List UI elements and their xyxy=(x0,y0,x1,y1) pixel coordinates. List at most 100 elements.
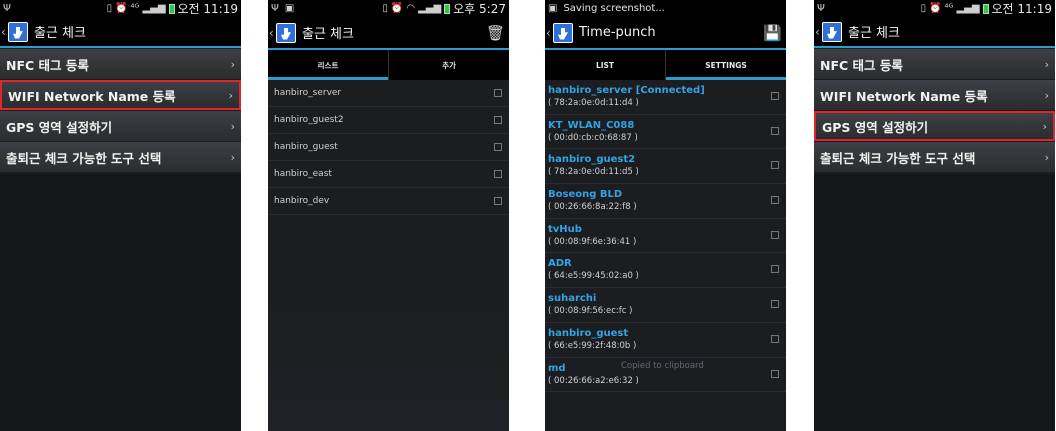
save-icon[interactable]: 💾 xyxy=(763,24,782,42)
menu-item-gps[interactable]: GPS 영역 설정하기 › xyxy=(814,111,1055,141)
checkbox[interactable] xyxy=(771,369,779,378)
wifi-network-item[interactable]: suharchi( 00:08:9f:56:ec:fc ) xyxy=(545,288,786,323)
vibrate-icon: ▯ xyxy=(920,2,927,14)
screen-title: 출근 체크 xyxy=(34,26,86,41)
wifi-name: hanbiro_server [Connected] xyxy=(548,85,705,96)
tab-list[interactable]: LIST xyxy=(545,50,665,80)
menu-item-tools[interactable]: 출퇴근 체크 가능한 도구 선택 › xyxy=(814,142,1055,172)
screen-title: Time-punch xyxy=(579,25,656,40)
checkbox[interactable] xyxy=(771,230,779,239)
list-item-label: hanbiro_guest xyxy=(274,142,338,152)
wifi-network-item[interactable]: hanbiro_guest( 66:e5:99:2f:48:0b ) xyxy=(545,323,786,358)
status-bar: ▣ Saving screenshot... xyxy=(545,0,786,17)
wifi-network-item[interactable]: tvHub( 00:08:9f:6e:36:41 ) xyxy=(545,219,786,254)
checkbox[interactable] xyxy=(771,126,779,135)
network-4g-icon: ⁴ᴳ xyxy=(944,2,954,14)
wifi-icon: ◠ xyxy=(406,2,416,14)
toast-message: Copied to clipboard xyxy=(621,360,704,371)
screenshot-icon: ▣ xyxy=(548,2,558,14)
checkbox[interactable] xyxy=(771,161,779,170)
tab-bar: LIST SETTINGS xyxy=(545,48,786,80)
menu-item-label: GPS 영역 설정하기 xyxy=(6,119,113,135)
checkbox[interactable] xyxy=(494,89,502,97)
image-icon: ▣ xyxy=(284,2,295,14)
app-icon[interactable] xyxy=(822,21,842,42)
list-item-label: hanbiro_server xyxy=(274,88,342,98)
tab-bar: 리스트 추가 xyxy=(268,48,509,80)
list-item[interactable]: hanbiro_guest2 xyxy=(268,107,509,134)
wifi-network-item[interactable]: Boseong BLD( 00:26:66:8a:22:f8 ) xyxy=(545,184,786,219)
action-bar: ‹ 출근 체크 🗑 xyxy=(268,17,509,48)
menu-item-gps[interactable]: GPS 영역 설정하기 › xyxy=(0,111,241,141)
tab-list[interactable]: 리스트 xyxy=(268,50,388,80)
empty-area xyxy=(0,174,241,431)
wifi-network-item[interactable]: hanbiro_guest2( 78:2a:0e:0d:11:d5 ) xyxy=(545,149,786,185)
menu-item-label: NFC 태그 등록 xyxy=(6,57,89,73)
wifi-name: ADR xyxy=(548,258,572,270)
screen-title: 출근 체크 xyxy=(848,26,900,41)
menu-item-tools[interactable]: 출퇴근 체크 가능한 도구 선택 › xyxy=(0,142,241,172)
back-icon[interactable]: ‹ xyxy=(1,25,8,39)
checkbox[interactable] xyxy=(494,143,502,151)
chevron-right-icon: › xyxy=(1044,57,1049,71)
checkbox[interactable] xyxy=(494,116,502,124)
status-time: 오전 11:19 xyxy=(177,2,238,16)
menu-item-label: GPS 영역 설정하기 xyxy=(822,119,929,135)
usb-icon: Ψ xyxy=(817,2,825,14)
menu-item-label: WIFI Network Name 등록 xyxy=(8,88,176,104)
checkbox[interactable] xyxy=(771,196,779,205)
alarm-icon: ⏰ xyxy=(115,2,128,14)
usb-icon: Ψ xyxy=(271,2,279,14)
menu-item-nfc[interactable]: NFC 태그 등록 › xyxy=(0,49,241,79)
wifi-mac: ( 66:e5:99:2f:48:0b ) xyxy=(548,340,637,351)
wifi-name: hanbiro_guest xyxy=(548,327,629,339)
wifi-network-item[interactable]: ADR( 64:e5:99:45:02:a0 ) xyxy=(545,253,786,289)
checkbox[interactable] xyxy=(771,300,779,309)
action-bar: ‹ 출근 체크 xyxy=(814,17,1055,48)
checkbox[interactable] xyxy=(771,334,779,343)
wifi-network-item[interactable]: hanbiro_server [Connected] ( 78:2a:0e:0d:… xyxy=(545,80,786,115)
empty-area xyxy=(814,174,1055,431)
app-icon[interactable] xyxy=(8,21,28,42)
back-icon[interactable]: ‹ xyxy=(815,25,822,39)
menu-item-nfc[interactable]: NFC 태그 등록 › xyxy=(814,49,1055,79)
action-bar: ‹ Time-punch 💾 xyxy=(545,17,786,48)
tab-settings[interactable]: SETTINGS xyxy=(665,50,786,80)
wifi-network-item[interactable]: KT_WLAN_C088( 00:d0:cb:c0:68:87 ) xyxy=(545,115,786,150)
saving-notification: Saving screenshot... xyxy=(563,3,665,14)
phone-screen-wifi-list: Ψ ▣ ▯ ⏰ ◠ ▂▄▆ 오후 5:27 ‹ 출근 체크 🗑 리스트 추가 h… xyxy=(268,0,509,431)
list-item[interactable]: hanbiro_guest xyxy=(268,134,509,161)
battery-icon xyxy=(444,3,451,14)
checkbox[interactable] xyxy=(494,197,502,205)
chevron-right-icon: › xyxy=(228,88,233,102)
app-icon[interactable] xyxy=(553,22,573,43)
trash-icon[interactable]: 🗑 xyxy=(486,24,505,42)
chevron-right-icon: › xyxy=(1042,119,1047,133)
menu-item-label: 출퇴근 체크 가능한 도구 선택 xyxy=(6,150,162,166)
wifi-mac: ( 00:08:9f:56:ec:fc ) xyxy=(548,306,633,317)
action-bar: ‹ 출근 체크 xyxy=(0,17,241,48)
vibrate-icon: ▯ xyxy=(382,2,388,14)
status-bar: Ψ ▣ ▯ ⏰ ◠ ▂▄▆ 오후 5:27 xyxy=(268,0,509,17)
tab-add[interactable]: 추가 xyxy=(388,50,509,80)
status-bar: Ψ ▯ ⏰ ⁴ᴳ ▂▄▆ 오전 11:19 xyxy=(814,0,1055,17)
back-icon[interactable]: ‹ xyxy=(546,26,553,40)
chevron-right-icon: › xyxy=(230,57,235,71)
checkbox[interactable] xyxy=(494,170,502,178)
checkbox[interactable] xyxy=(771,92,779,100)
signal-icon: ▂▄▆ xyxy=(142,2,166,14)
list-item[interactable]: hanbiro_dev xyxy=(268,188,509,215)
menu-item-wifi[interactable]: WIFI Network Name 등록 › xyxy=(0,80,241,110)
status-bar: Ψ ▯ ⏰ ⁴ᴳ ▂▄▆ 오전 11:19 xyxy=(0,0,241,17)
wifi-network-item[interactable]: md( 00:26:66:a2:e6:32 ) Copied to clipboa… xyxy=(545,358,786,393)
checkbox[interactable] xyxy=(771,265,779,274)
menu-item-wifi[interactable]: WIFI Network Name 등록 › xyxy=(814,80,1055,110)
back-icon[interactable]: ‹ xyxy=(269,26,276,40)
app-icon[interactable] xyxy=(276,22,296,43)
phone-screen-menu-gps: Ψ ▯ ⏰ ⁴ᴳ ▂▄▆ 오전 11:19 ‹ 출근 체크 NFC 태그 등록 ›… xyxy=(814,0,1055,431)
usb-icon: Ψ xyxy=(3,2,11,14)
list-item[interactable]: hanbiro_server xyxy=(268,80,509,107)
vibrate-icon: ▯ xyxy=(106,2,113,14)
phone-screen-menu-wifi: Ψ ▯ ⏰ ⁴ᴳ ▂▄▆ 오전 11:19 ‹ 출근 체크 NFC 태그 등록 ›… xyxy=(0,0,241,431)
list-item[interactable]: hanbiro_east xyxy=(268,161,509,188)
